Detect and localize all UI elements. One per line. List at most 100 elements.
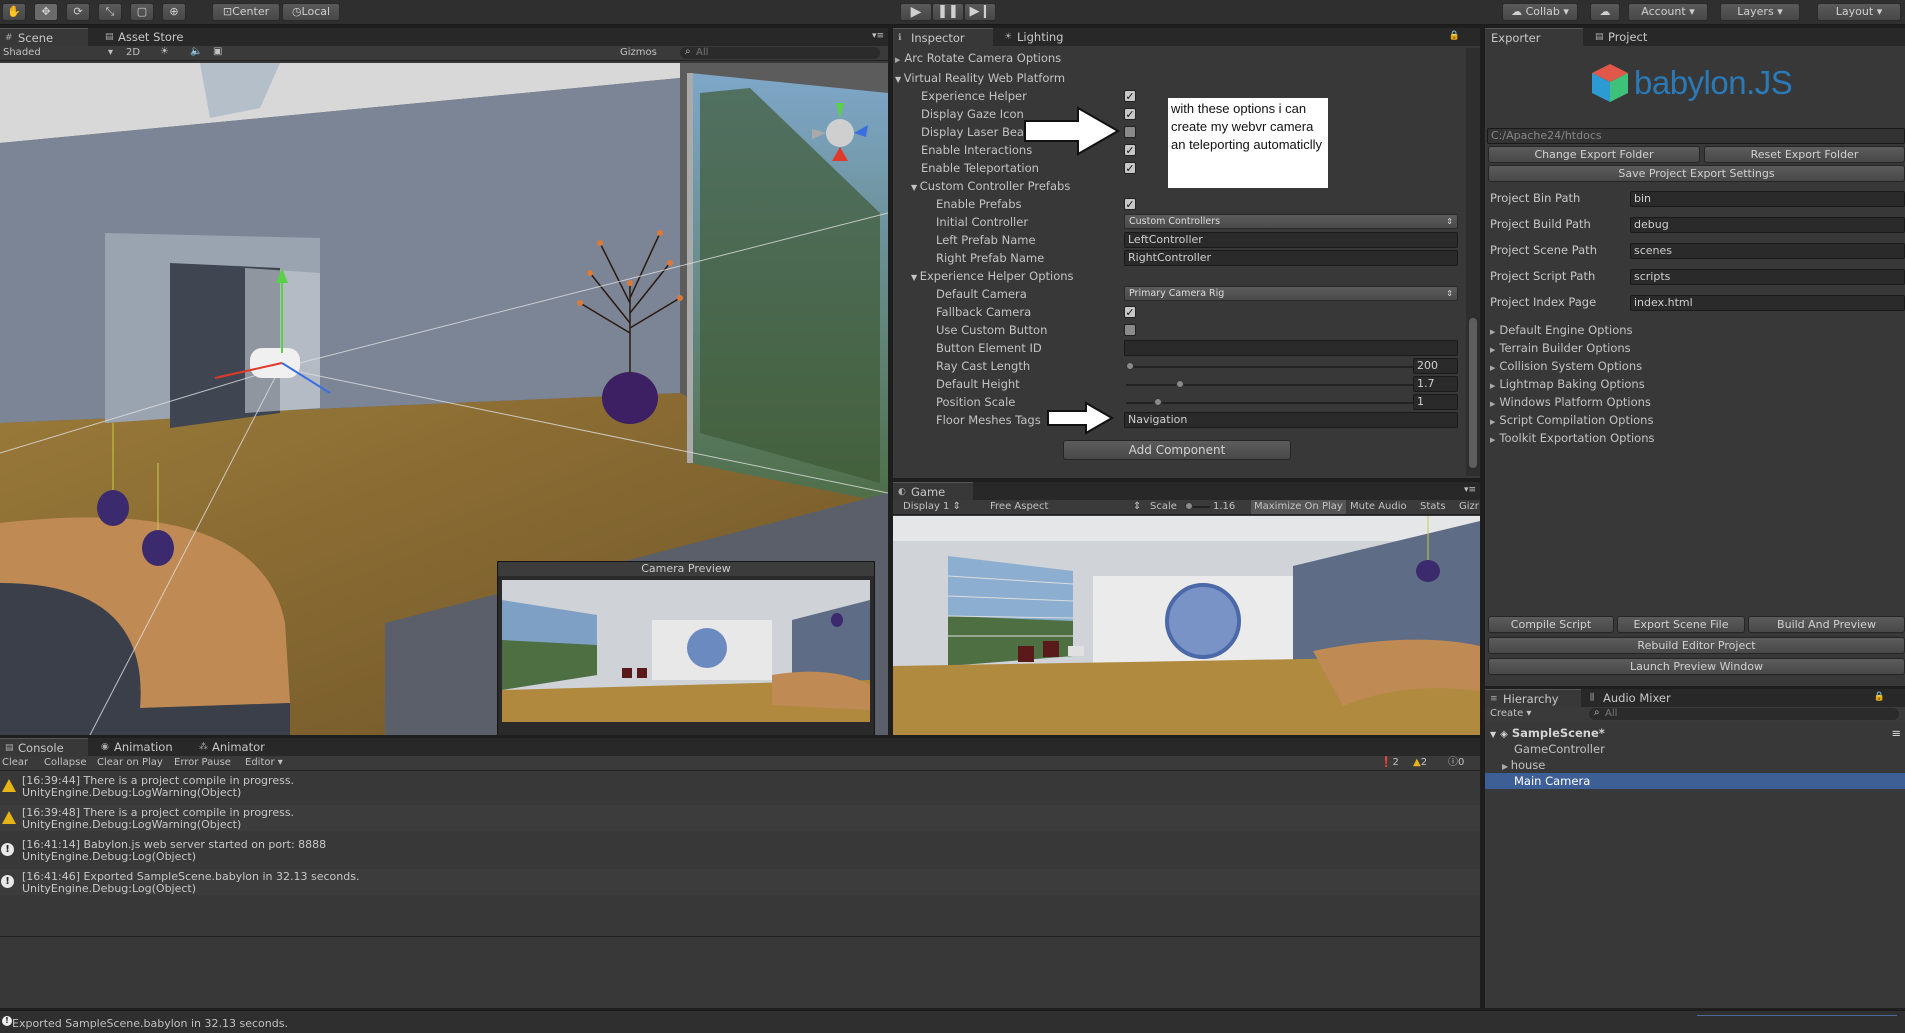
pause-button[interactable]: ❚❚ <box>932 3 964 21</box>
clear-on-play-toggle[interactable]: Clear on Play <box>97 756 163 770</box>
enable-teleportation-checkbox[interactable]: ✓ <box>1124 162 1136 174</box>
save-project-settings-button[interactable]: Save Project Export Settings <box>1488 165 1905 182</box>
tab-audio-mixer[interactable]: ⫼ Audio Mixer <box>1585 689 1679 707</box>
aspect-dropdown[interactable]: Free Aspect <box>990 500 1048 514</box>
initial-controller-dropdown[interactable]: Custom Controllers <box>1124 214 1458 229</box>
tab-scene[interactable]: # Scene <box>0 28 88 46</box>
exporter-foldout[interactable]: Terrain Builder Options <box>1490 341 1630 356</box>
add-component-button[interactable]: Add Component <box>1063 440 1291 460</box>
pivot-center-button[interactable]: ⊡Center <box>212 3 280 21</box>
launch-preview-window-button[interactable]: Launch Preview Window <box>1488 658 1905 675</box>
display-dropdown[interactable]: Display 1 ⇕ <box>903 500 961 514</box>
lighting-toggle-icon[interactable]: ☀ <box>160 46 169 57</box>
exporter-foldout[interactable]: Script Compilation Options <box>1490 413 1653 428</box>
hierarchy-item-house[interactable]: ▶ house <box>1502 757 1545 773</box>
left-prefab-name-input[interactable]: LeftController <box>1124 232 1458 248</box>
default-camera-dropdown[interactable]: Primary Camera Rig <box>1124 286 1458 301</box>
panel-menu-icon[interactable]: ▾≡ <box>872 31 884 41</box>
build-and-preview-button[interactable]: Build And Preview <box>1748 616 1905 633</box>
lock-icon[interactable]: 🔒 <box>1874 692 1885 702</box>
layout-dropdown[interactable]: Layout ▾ <box>1817 3 1901 21</box>
console-entry[interactable]: [16:39:48] There is a project compile in… <box>0 805 1480 831</box>
hierarchy-item-gamecontroller[interactable]: GameController <box>1514 741 1605 757</box>
foldout-arc-rotate[interactable]: Arc Rotate Camera Options <box>895 51 1061 66</box>
exporter-foldout[interactable]: Default Engine Options <box>1490 323 1632 338</box>
play-button[interactable]: ▶ <box>900 3 932 21</box>
tab-animation[interactable]: ◉ Animation <box>96 738 181 756</box>
export-path-input[interactable]: C:/Apache24/htdocs <box>1487 128 1905 144</box>
position-scale-slider[interactable] <box>1126 402 1416 404</box>
inspector-scrollbar[interactable] <box>1466 48 1480 476</box>
reset-export-folder-button[interactable]: Reset Export Folder <box>1704 146 1905 163</box>
scale-tool-button[interactable]: ⤡ <box>98 3 122 21</box>
rotate-tool-button[interactable]: ⟳ <box>66 3 90 21</box>
step-button[interactable]: ▶❙ <box>964 3 996 21</box>
compile-script-button[interactable]: Compile Script <box>1488 616 1614 633</box>
rebuild-editor-project-button[interactable]: Rebuild Editor Project <box>1488 637 1905 654</box>
warning-count-toggle[interactable]: ▲2 <box>1413 756 1427 770</box>
change-export-folder-button[interactable]: Change Export Folder <box>1488 146 1700 163</box>
experience-helper-checkbox[interactable]: ✓ <box>1124 90 1136 102</box>
layers-dropdown[interactable]: Layers ▾ <box>1720 3 1800 21</box>
clear-button[interactable]: Clear <box>2 756 28 770</box>
right-prefab-name-input[interactable]: RightController <box>1124 250 1458 266</box>
tab-project[interactable]: ▤ Project <box>1590 28 1655 46</box>
account-dropdown[interactable]: Account ▾ <box>1628 3 1708 21</box>
effects-toggle-icon[interactable]: ▣ <box>213 46 222 57</box>
scale-slider-knob[interactable] <box>1185 502 1193 510</box>
editor-dropdown[interactable]: Editor ▾ <box>245 756 283 770</box>
game-viewport[interactable] <box>893 516 1480 735</box>
gizmos-dropdown[interactable]: Gizmos <box>620 47 657 58</box>
position-scale-slider-knob[interactable] <box>1154 398 1162 406</box>
collapse-toggle[interactable]: Collapse <box>44 756 87 770</box>
exporter-foldout[interactable]: Collision System Options <box>1490 359 1642 374</box>
fallback-camera-checkbox[interactable]: ✓ <box>1124 306 1136 318</box>
hierarchy-search-input[interactable]: ⌕ All <box>1589 707 1899 720</box>
display-gaze-icon-checkbox[interactable]: ✓ <box>1124 108 1136 120</box>
ray-cast-length-slider[interactable] <box>1126 366 1416 368</box>
stats-toggle[interactable]: Stats <box>1420 500 1446 514</box>
use-custom-button-checkbox[interactable] <box>1124 324 1136 336</box>
tab-hierarchy[interactable]: ≡ Hierarchy <box>1485 689 1581 707</box>
mute-audio-toggle[interactable]: Mute Audio <box>1350 500 1407 514</box>
pivot-local-button[interactable]: ◷Local <box>282 3 340 21</box>
collab-dropdown[interactable]: ☁ Collab ▾ <box>1502 3 1578 21</box>
default-height-input[interactable]: 1.7 <box>1413 376 1458 392</box>
project-setting-input[interactable]: scenes <box>1630 243 1905 259</box>
exporter-foldout[interactable]: Toolkit Exportation Options <box>1490 431 1654 446</box>
console-entry[interactable]: ! [16:41:46] Exported SampleScene.babylon… <box>0 869 1480 895</box>
foldout-experience-helper-options[interactable]: ▼ Experience Helper Options <box>911 267 1074 285</box>
ray-cast-length-slider-knob[interactable] <box>1126 362 1134 370</box>
ray-cast-length-input[interactable]: 200 <box>1413 358 1458 374</box>
foldout-custom-controller-prefabs[interactable]: ▼ Custom Controller Prefabs <box>911 177 1070 195</box>
hand-tool-button[interactable]: ✋ <box>2 3 26 21</box>
scene-root-item[interactable]: ▼ ◈ SampleScene* ≡ <box>1485 725 1905 741</box>
tab-asset-store[interactable]: ▤ Asset Store <box>100 28 192 46</box>
floor-meshes-tags-input[interactable]: Navigation <box>1124 412 1458 428</box>
exporter-foldout[interactable]: Windows Platform Options <box>1490 395 1651 410</box>
panel-menu-icon[interactable]: ▾≡ <box>1464 485 1476 495</box>
tab-animator[interactable]: ⁂ Animator <box>194 738 273 756</box>
enable-interactions-checkbox[interactable]: ✓ <box>1124 144 1136 156</box>
error-pause-toggle[interactable]: Error Pause <box>174 756 231 770</box>
display-laser-beam-checkbox[interactable] <box>1124 126 1136 138</box>
transform-tool-button[interactable]: ⊕ <box>162 3 186 21</box>
tab-lighting[interactable]: ☀ Lighting <box>999 28 1071 46</box>
tab-game[interactable]: ◐ Game <box>893 482 973 500</box>
tab-exporter[interactable]: Exporter <box>1485 28 1583 46</box>
position-scale-input[interactable]: 1 <box>1413 394 1458 410</box>
info-count-toggle[interactable]: ❗2 <box>1380 756 1399 770</box>
console-entry[interactable]: [16:39:44] There is a project compile in… <box>0 773 1480 799</box>
rect-tool-button[interactable]: ▢ <box>130 3 154 21</box>
hierarchy-item-main-camera[interactable]: Main Camera <box>1485 773 1905 789</box>
2d-toggle[interactable]: 2D <box>126 47 140 58</box>
default-height-slider[interactable] <box>1126 384 1416 386</box>
default-height-slider-knob[interactable] <box>1176 380 1185 388</box>
scene-search-input[interactable]: ⌕ All <box>680 46 880 59</box>
project-setting-input[interactable]: debug <box>1630 217 1905 233</box>
gizmos-toggle[interactable]: Gizr <box>1459 500 1479 514</box>
enable-prefabs-checkbox[interactable]: ✓ <box>1124 198 1136 210</box>
maximize-on-play-toggle[interactable]: Maximize On Play <box>1251 500 1346 514</box>
menu-icon[interactable]: ≡ <box>1891 725 1901 741</box>
exporter-foldout[interactable]: Lightmap Baking Options <box>1490 377 1644 392</box>
